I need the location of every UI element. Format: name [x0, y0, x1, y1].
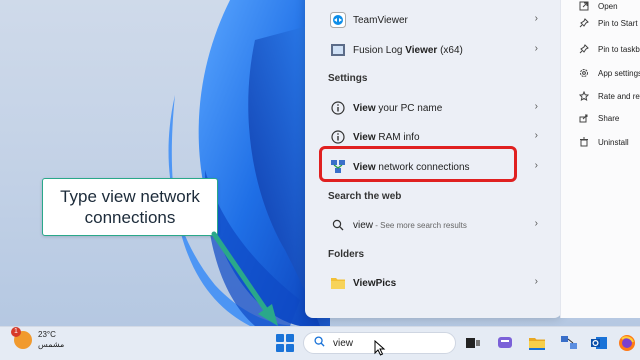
network-app-icon[interactable]	[560, 334, 578, 352]
chevron-right-icon[interactable]: ›	[535, 276, 538, 287]
open-icon	[578, 0, 590, 12]
start-button[interactable]	[276, 334, 294, 352]
weather-widget[interactable]: 1 23°C مشمس	[11, 327, 65, 350]
search-icon	[314, 336, 325, 350]
info-icon	[330, 100, 346, 116]
action-label: Pin to taskbar	[598, 44, 640, 54]
instruction-callout-text: Type view network connections	[60, 187, 200, 227]
setting-result-label: View RAM info	[353, 131, 420, 143]
mouse-cursor-icon	[374, 340, 386, 356]
folders-heading: Folders	[328, 249, 365, 260]
search-web-heading: Search the web	[328, 191, 402, 202]
app-result-fusion-log-viewer[interactable]: Fusion Log Viewer (x64) ›	[318, 37, 550, 63]
chevron-right-icon[interactable]: ›	[535, 130, 538, 141]
weather-description: مشمس	[38, 340, 65, 349]
action-app-settings[interactable]: App settings	[578, 67, 640, 79]
weather-temperature: 23°C	[38, 330, 56, 339]
teams-chat-icon[interactable]	[496, 334, 514, 352]
chevron-right-icon[interactable]: ›	[535, 160, 538, 171]
settings-heading: Settings	[328, 73, 368, 84]
folder-result-label: ViewPics	[353, 277, 397, 289]
share-icon	[578, 112, 590, 124]
search-icon	[330, 217, 346, 233]
trash-icon	[578, 136, 590, 148]
folder-icon	[330, 275, 346, 291]
star-icon	[578, 90, 590, 102]
chevron-right-icon[interactable]: ›	[535, 13, 538, 24]
fusion-log-viewer-icon	[330, 42, 346, 58]
search-input[interactable]: view	[333, 338, 353, 349]
setting-result-label: View your PC name	[353, 102, 443, 114]
notification-badge: 1	[11, 327, 21, 337]
setting-result-pc-name[interactable]: View your PC name ›	[318, 95, 550, 121]
chevron-right-icon[interactable]: ›	[535, 43, 538, 54]
app-result-teamviewer[interactable]: TeamViewer ›	[318, 7, 550, 33]
highlight-box	[319, 146, 517, 182]
action-label: Share	[598, 113, 620, 123]
app-result-label: TeamViewer	[353, 14, 408, 26]
action-open[interactable]: Open	[578, 0, 618, 12]
action-rate-and-review[interactable]: Rate and review	[578, 90, 640, 102]
task-view-icon[interactable]	[464, 334, 482, 352]
sun-icon: 1	[11, 327, 32, 349]
arrow-icon	[211, 231, 278, 326]
action-label: App settings	[598, 68, 640, 78]
file-explorer-icon[interactable]	[528, 334, 546, 352]
web-result-label: view - See more search results	[353, 219, 467, 231]
action-uninstall[interactable]: Uninstall	[578, 136, 629, 148]
gear-icon	[578, 67, 590, 79]
web-result-view[interactable]: view - See more search results ›	[318, 212, 550, 238]
outlook-icon[interactable]	[590, 334, 608, 352]
folder-result-viewpics[interactable]: ViewPics ›	[318, 270, 550, 296]
info-icon	[330, 129, 346, 145]
pin-icon	[578, 43, 590, 55]
action-pin-to-start[interactable]: Pin to Start	[578, 17, 638, 29]
action-share[interactable]: Share	[578, 112, 619, 124]
action-label: Uninstall	[598, 137, 629, 147]
instruction-callout: Type view network connections	[42, 178, 218, 236]
action-label: Rate and review	[598, 91, 640, 101]
action-pin-to-taskbar[interactable]: Pin to taskbar	[578, 43, 640, 55]
action-label: Pin to Start	[598, 18, 638, 28]
firefox-icon[interactable]	[618, 334, 636, 352]
action-label: Open	[598, 1, 618, 11]
pin-icon	[578, 17, 590, 29]
chevron-right-icon[interactable]: ›	[535, 101, 538, 112]
chevron-right-icon[interactable]: ›	[535, 218, 538, 229]
app-result-label: Fusion Log Viewer (x64)	[353, 44, 463, 56]
teamviewer-icon	[330, 12, 346, 28]
